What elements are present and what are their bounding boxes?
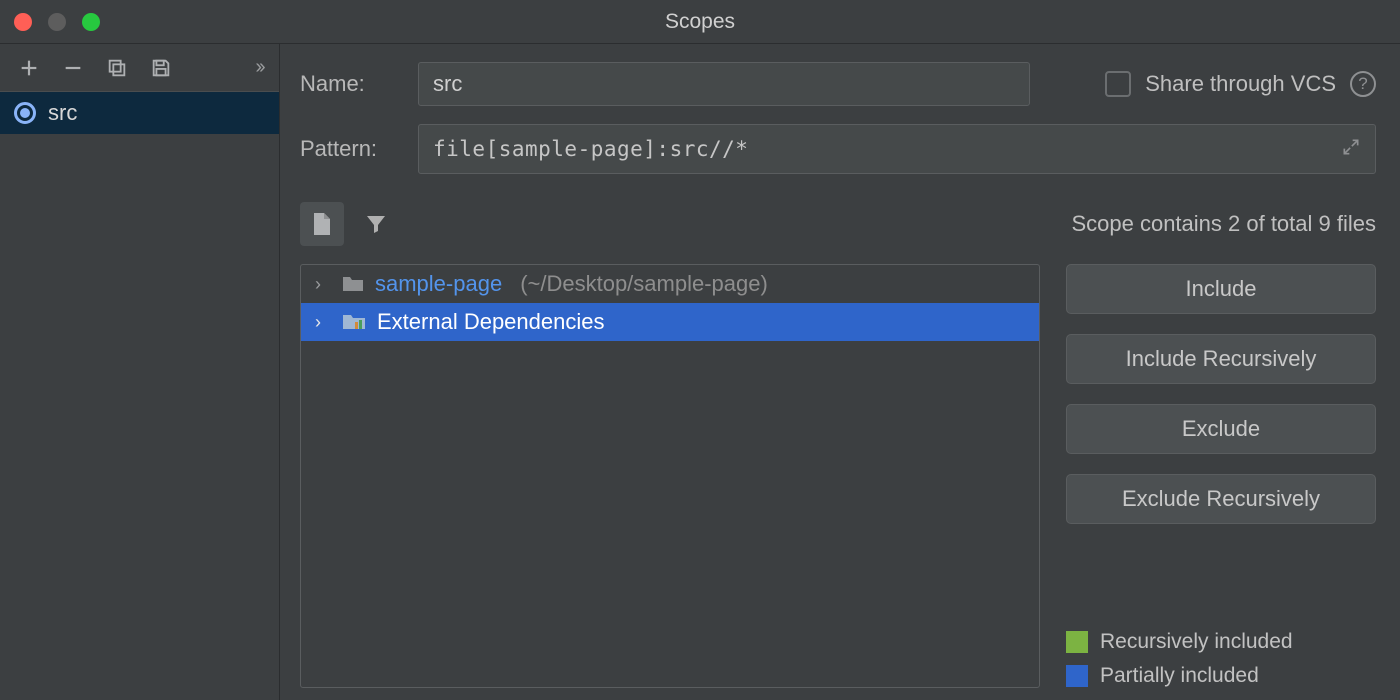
- legend: Recursively included Partially included: [1066, 630, 1376, 688]
- exclude-button[interactable]: Exclude: [1066, 404, 1376, 454]
- sidebar-toolbar: › ›: [0, 44, 279, 92]
- action-buttons: Include Include Recursively Exclude Excl…: [1066, 264, 1376, 688]
- pattern-input[interactable]: file[sample-page]:src//*: [418, 124, 1376, 174]
- close-window-icon[interactable]: [14, 13, 32, 31]
- save-button[interactable]: [142, 49, 180, 87]
- tree-row-project[interactable]: › sample-page (~/Desktop/sample-page): [301, 265, 1039, 303]
- minimize-window-icon[interactable]: [48, 13, 66, 31]
- share-label: Share through VCS: [1145, 71, 1336, 97]
- remove-button[interactable]: [54, 49, 92, 87]
- legend-recursive: Recursively included: [1066, 630, 1376, 654]
- filter-button[interactable]: [358, 206, 394, 242]
- titlebar: Scopes: [0, 0, 1400, 44]
- maximize-window-icon[interactable]: [82, 13, 100, 31]
- swatch-partial: [1066, 665, 1088, 687]
- status-text: Scope contains 2 of total 9 files: [1071, 211, 1376, 237]
- new-file-button[interactable]: [300, 202, 344, 246]
- pattern-row: Pattern: file[sample-page]:src//*: [300, 124, 1376, 174]
- add-button[interactable]: [10, 49, 48, 87]
- folder-icon: [341, 274, 365, 294]
- collapse-toolbar-icon[interactable]: › ›: [259, 56, 269, 79]
- legend-label: Partially included: [1100, 664, 1259, 688]
- library-folder-icon: [341, 312, 367, 332]
- chevron-right-icon[interactable]: ›: [315, 274, 331, 295]
- legend-partial: Partially included: [1066, 664, 1376, 688]
- tree-row-external-deps[interactable]: › External Dependencies: [301, 303, 1039, 341]
- chevron-right-icon[interactable]: ›: [315, 312, 331, 333]
- exclude-recursively-button[interactable]: Exclude Recursively: [1066, 474, 1376, 524]
- sidebar-list: src: [0, 92, 279, 700]
- content-panel: Name: Share through VCS ? Pattern: file[…: [280, 44, 1400, 700]
- sidebar-item-src[interactable]: src: [0, 92, 279, 134]
- tree-node-path: (~/Desktop/sample-page): [520, 271, 768, 297]
- sidebar: › › src: [0, 44, 280, 700]
- swatch-recursive: [1066, 631, 1088, 653]
- main-content: › › src Name: Share through VCS ? Patter…: [0, 44, 1400, 700]
- pattern-label: Pattern:: [300, 136, 404, 162]
- name-input[interactable]: [418, 62, 1030, 106]
- radio-selected-icon: [14, 102, 36, 124]
- share-group: Share through VCS ?: [1105, 71, 1376, 97]
- lower-area: › sample-page (~/Desktop/sample-page) › …: [300, 264, 1376, 688]
- file-tree[interactable]: › sample-page (~/Desktop/sample-page) › …: [300, 264, 1040, 688]
- legend-label: Recursively included: [1100, 630, 1293, 654]
- expand-icon[interactable]: [1341, 137, 1361, 162]
- status-row: Scope contains 2 of total 9 files: [300, 202, 1376, 246]
- sidebar-item-label: src: [48, 100, 77, 126]
- name-row: Name: Share through VCS ?: [300, 62, 1376, 106]
- include-recursively-button[interactable]: Include Recursively: [1066, 334, 1376, 384]
- name-label: Name:: [300, 71, 404, 97]
- help-icon[interactable]: ?: [1350, 71, 1376, 97]
- include-button[interactable]: Include: [1066, 264, 1376, 314]
- copy-button[interactable]: [98, 49, 136, 87]
- window-controls: [14, 13, 100, 31]
- tree-node-name: sample-page: [375, 271, 502, 297]
- share-checkbox[interactable]: [1105, 71, 1131, 97]
- window-title: Scopes: [665, 10, 735, 34]
- tree-node-name: External Dependencies: [377, 309, 604, 335]
- pattern-text: file[sample-page]:src//*: [433, 137, 1331, 161]
